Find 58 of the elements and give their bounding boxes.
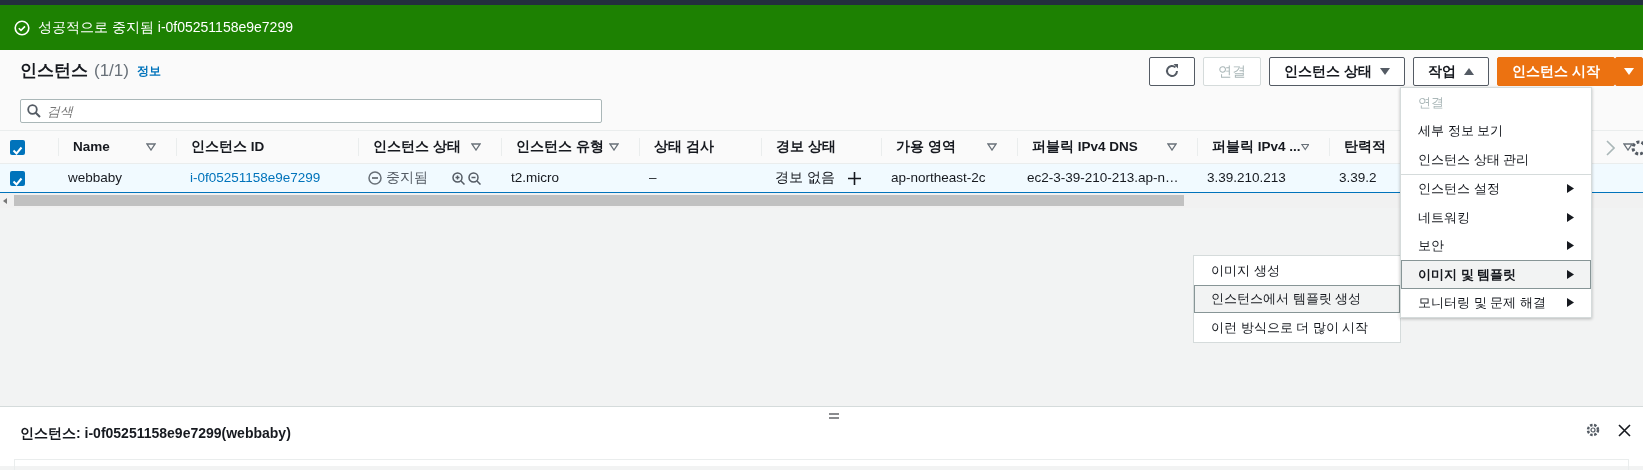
settings-icon[interactable]: [1586, 423, 1600, 437]
submenu-item[interactable]: 보안: [1401, 231, 1591, 260]
table-cell: 3.39.210.213: [1207, 169, 1286, 185]
filter-icon[interactable]: [1300, 143, 1309, 151]
filter-icon[interactable]: [987, 143, 997, 151]
submenu-item[interactable]: 네트워킹: [1401, 203, 1591, 232]
table-cell: webbaby: [68, 169, 123, 185]
table-cell-text: 경보 없음: [775, 168, 835, 187]
caret-down-icon: [1624, 67, 1634, 75]
menu-item[interactable]: 이미지 생성: [1194, 256, 1400, 285]
status-text: 중지됨: [385, 168, 428, 187]
stopped-icon: [368, 171, 382, 185]
search-field[interactable]: 검색: [20, 99, 602, 123]
submenu-arrow-icon: [1567, 184, 1574, 194]
zoom-out-icon[interactable]: [468, 171, 481, 185]
filter-icon[interactable]: [1167, 143, 1177, 151]
zoom-in-icon[interactable]: [451, 171, 465, 185]
panel-title: 인스턴스: [20, 60, 88, 83]
column-header[interactable]: 탄력적: [1344, 136, 1386, 158]
settings-icon[interactable]: [1629, 140, 1643, 156]
table-cell: ap-northeast-2c: [891, 169, 986, 185]
filter-icon[interactable]: [146, 143, 156, 151]
table-cell: 3.39.2: [1339, 169, 1377, 185]
detail-title: 인스턴스: i-0f05251158e9e7299(webbaby): [19, 424, 291, 443]
info-link[interactable]: 정보: [136, 62, 161, 80]
add-alarm-icon[interactable]: [848, 171, 861, 185]
select-all-checkbox[interactable]: [10, 139, 25, 155]
filter-icon[interactable]: [1623, 143, 1633, 151]
caret-up-icon: [1464, 67, 1475, 75]
submenu-item[interactable]: 모니터링 및 문제 해결: [1401, 288, 1591, 317]
banner-message: 성공적으로 중지됨 i-0f05251158e9e7299: [38, 18, 293, 37]
refresh-icon: [1164, 63, 1181, 79]
submenu-item[interactable]: 인스턴스 설정: [1401, 174, 1591, 203]
filter-icon[interactable]: [609, 143, 619, 151]
filter-icon[interactable]: [471, 143, 481, 151]
resize-handle-icon[interactable]: [829, 413, 839, 419]
selection-count: (1/1): [94, 60, 129, 83]
table-cell: t2.micro: [511, 169, 559, 185]
dropdown-button[interactable]: 작업: [1413, 56, 1490, 86]
success-icon: [14, 19, 30, 36]
dropdown-button[interactable]: 인스턴스 상태: [1269, 56, 1406, 86]
split-dropdown-button[interactable]: [1615, 56, 1643, 86]
submenu-arrow-icon: [1567, 212, 1574, 222]
close-icon[interactable]: [1618, 423, 1631, 437]
submenu-arrow-icon: [1567, 241, 1574, 251]
table-cell: –: [649, 169, 657, 185]
scrollbar-thumb[interactable]: [14, 195, 1184, 206]
submenu-arrow-icon: [1567, 298, 1574, 308]
menu-item[interactable]: 인스턴스에서 템플릿 생성: [1194, 284, 1400, 313]
refresh-button[interactable]: [1149, 56, 1196, 86]
submenu-arrow-icon: [1567, 269, 1574, 279]
menu-item[interactable]: 인스턴스 상태 관리: [1401, 145, 1591, 174]
menu-item[interactable]: 세부 정보 보기: [1401, 116, 1591, 145]
row-checkbox[interactable]: [10, 170, 25, 186]
menu-item[interactable]: 이런 방식으로 더 많이 시작: [1194, 313, 1400, 342]
table-cell: ec2-3-39-210-213.ap-n…: [1027, 169, 1179, 185]
caret-down-icon: [1380, 67, 1391, 75]
submenu-item[interactable]: 이미지 및 템플릿: [1401, 260, 1591, 289]
